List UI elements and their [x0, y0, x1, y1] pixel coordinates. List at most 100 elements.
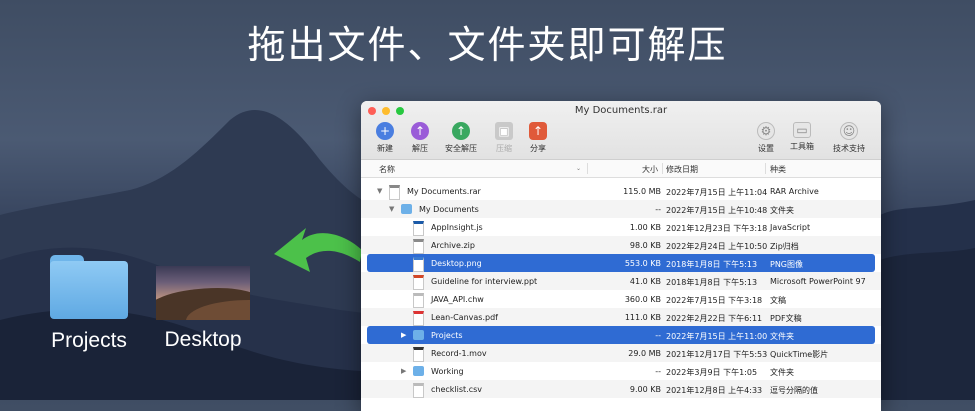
zip-file-icon	[413, 239, 424, 254]
support-button[interactable]: ☺ 技术支持	[827, 122, 871, 154]
file-name: My Documents	[419, 205, 479, 214]
csv-file-icon	[413, 383, 424, 398]
file-date: 2018年1月8日 下午5:13	[666, 278, 758, 287]
toolbox-icon: ▭	[793, 122, 811, 138]
file-kind: PNG图像	[770, 260, 804, 269]
png-file-icon	[413, 257, 424, 272]
file-date: 2022年7月15日 上午10:48	[666, 206, 768, 215]
tool-label: 设置	[758, 144, 774, 153]
pdf-file-icon	[413, 311, 424, 326]
folder-icon	[50, 255, 128, 319]
js-file-icon	[413, 221, 424, 236]
file-size: 1.00 KB	[629, 223, 661, 232]
share-icon: ↑	[529, 122, 547, 140]
disclosure-open-icon[interactable]: ▼	[377, 187, 382, 195]
support-icon: ☺	[840, 122, 858, 140]
file-size: 98.0 KB	[629, 241, 661, 250]
folder-icon	[413, 366, 424, 376]
disclosure-closed-icon[interactable]: ▶	[401, 367, 406, 375]
file-size: --	[655, 205, 661, 214]
compress-button[interactable]: ▣ 压缩	[489, 122, 519, 154]
file-name: Archive.zip	[431, 241, 475, 250]
file-name: Guideline for interview.ppt	[431, 277, 538, 286]
file-date: 2021年12月23日 下午3:18	[666, 224, 768, 233]
desktop-item-desktop[interactable]: Desktop	[150, 266, 256, 352]
column-kind[interactable]: 种类	[770, 164, 786, 175]
extract-icon: ↑	[411, 122, 429, 140]
file-kind: PDF文稿	[770, 314, 802, 323]
file-name: Working	[431, 367, 464, 376]
file-size: 111.0 KB	[624, 313, 661, 322]
window-title: My Documents.rar	[574, 105, 668, 116]
file-date: 2022年2月24日 上午10:50	[666, 242, 768, 251]
file-row[interactable]: Desktop.png 553.0 KB 2018年1月8日 下午5:13 PNG图像	[367, 254, 875, 272]
file-kind: Microsoft PowerPoint 97	[770, 277, 866, 286]
mov-file-icon	[413, 347, 424, 362]
file-name: Projects	[431, 331, 463, 340]
file-date: 2022年7月15日 上午11:04	[666, 188, 768, 197]
image-thumbnail	[156, 266, 250, 320]
file-kind: 文件夹	[770, 368, 794, 377]
file-size: 41.0 KB	[629, 277, 661, 286]
file-date: 2022年7月15日 上午11:00	[666, 332, 768, 341]
file-row[interactable]: Archive.zip 98.0 KB 2022年2月24日 上午10:50 Zip归…	[361, 236, 881, 254]
folder-icon	[413, 330, 424, 340]
file-date: 2021年12月8日 上午4:33	[666, 386, 763, 395]
file-name: JAVA_API.chw	[431, 295, 484, 304]
file-kind: QuickTime影片	[770, 350, 829, 359]
file-row[interactable]: ▼ My Documents -- 2022年7月15日 上午10:48 文件夹	[361, 200, 881, 218]
toolbox-button[interactable]: ▭ 工具箱	[787, 122, 817, 152]
ppt-file-icon	[413, 275, 424, 290]
column-modified[interactable]: 修改日期	[666, 164, 698, 175]
file-name: checklist.csv	[431, 385, 483, 394]
disclosure-closed-icon[interactable]: ▶	[401, 331, 406, 339]
file-date: 2022年7月15日 下午3:18	[666, 296, 763, 305]
share-button[interactable]: ↑ 分享	[523, 122, 553, 154]
file-kind: 文件夹	[770, 332, 794, 341]
sort-chevron-icon: ⌄	[576, 165, 582, 172]
file-row[interactable]: Lean-Canvas.pdf 111.0 KB 2022年2月22日 下午6:11…	[361, 308, 881, 326]
compress-icon: ▣	[495, 122, 513, 140]
file-name: Desktop.png	[431, 259, 482, 268]
file-name: AppInsight.js	[431, 223, 483, 232]
file-row[interactable]: ▶ Projects -- 2022年7月15日 上午11:00 文件夹	[367, 326, 875, 344]
safe-extract-button[interactable]: ↑ 安全解压	[443, 122, 479, 154]
file-row[interactable]: Record-1.mov 29.0 MB 2021年12月17日 下午5:53 Qui…	[361, 344, 881, 362]
settings-button[interactable]: ⚙ 设置	[751, 122, 781, 154]
file-kind: 逗号分隔的值	[770, 386, 818, 395]
disclosure-open-icon[interactable]: ▼	[389, 205, 394, 213]
file-kind: JavaScript	[770, 223, 811, 232]
file-date: 2022年3月9日 下午1:05	[666, 368, 758, 377]
file-kind: RAR Archive	[770, 187, 819, 196]
file-kind: Zip归档	[770, 242, 799, 251]
desktop-item-label: Desktop	[164, 328, 242, 351]
column-name[interactable]: 名称	[379, 164, 395, 175]
column-size[interactable]: 大小	[642, 164, 658, 175]
file-size: 553.0 KB	[624, 259, 661, 268]
file-row[interactable]: Guideline for interview.ppt 41.0 KB 2018年1…	[361, 272, 881, 290]
desktop-item-projects[interactable]: Projects	[46, 255, 132, 353]
file-size: 9.00 KB	[629, 385, 661, 394]
file-row[interactable]: ▼ My Documents.rar 115.0 MB 2022年7月15日 上午11…	[361, 182, 881, 200]
file-row[interactable]: AppInsight.js 1.00 KB 2021年12月23日 下午3:18 Ja…	[361, 218, 881, 236]
file-row[interactable]: JAVA_API.chw 360.0 KB 2022年7月15日 下午3:18 文稿	[361, 290, 881, 308]
new-button[interactable]: + 新建	[370, 122, 400, 154]
archive-window: My Documents.rar + 新建 ↑ 解压 ↑ 安全解压 ▣ 压缩 ↑…	[361, 101, 881, 411]
tool-label: 解压	[412, 144, 428, 153]
extract-button[interactable]: ↑ 解压	[405, 122, 435, 154]
column-header: 名称 ⌄ 大小 修改日期 种类	[361, 160, 881, 178]
titlebar: My Documents.rar + 新建 ↑ 解压 ↑ 安全解压 ▣ 压缩 ↑…	[361, 101, 881, 160]
file-size: --	[655, 331, 661, 340]
file-row[interactable]: checklist.csv 9.00 KB 2021年12月8日 上午4:33 逗号分…	[361, 380, 881, 398]
file-row[interactable]: ▶ Working -- 2022年3月9日 下午1:05 文件夹	[361, 362, 881, 380]
tool-label: 安全解压	[445, 144, 477, 153]
file-size: 115.0 MB	[623, 187, 661, 196]
gear-icon: ⚙	[757, 122, 775, 140]
file-kind: 文件夹	[770, 206, 794, 215]
file-kind: 文稿	[770, 296, 786, 305]
file-name: Record-1.mov	[431, 349, 487, 358]
file-date: 2018年1月8日 下午5:13	[666, 260, 758, 269]
headline: 拖出文件、文件夹即可解压	[247, 23, 728, 67]
drag-arrow-icon	[274, 228, 362, 272]
tool-label: 分享	[530, 144, 546, 153]
